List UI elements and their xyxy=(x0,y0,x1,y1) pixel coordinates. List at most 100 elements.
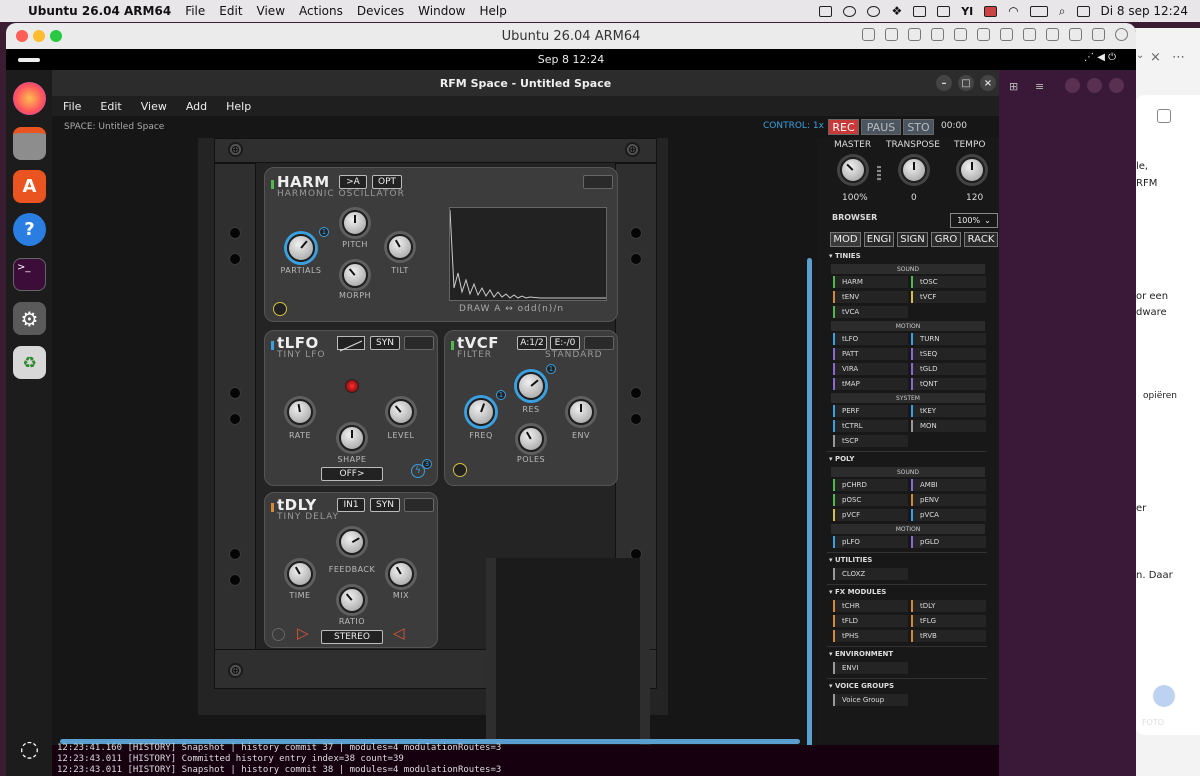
show-apps-icon[interactable]: ◌ xyxy=(13,733,46,766)
browser-item[interactable]: ENVI xyxy=(833,662,908,674)
browser-item[interactable]: tFLD xyxy=(833,615,908,627)
tab-rack[interactable]: RACK xyxy=(964,232,998,247)
browser-item[interactable]: tENV xyxy=(833,291,908,303)
mic-icon[interactable] xyxy=(1000,28,1013,41)
browser-item[interactable]: tGLD xyxy=(911,363,986,375)
tray-screen-icon[interactable] xyxy=(819,5,833,17)
browser-item[interactable]: PATT xyxy=(833,348,908,360)
browser-item[interactable]: pVCF xyxy=(833,509,908,521)
terminal-icon[interactable]: >_ xyxy=(13,258,46,291)
tdly-mode-button[interactable]: STEREO xyxy=(321,630,383,644)
control-label[interactable]: CONTROL: 1x xyxy=(763,121,824,131)
freq-mod-badge[interactable]: 1 xyxy=(496,390,506,400)
wifi-icon[interactable]: ◠ xyxy=(1008,4,1018,18)
browser-item[interactable]: TURN xyxy=(911,333,986,345)
browser-item[interactable]: pCHRD xyxy=(833,479,908,491)
search-icon[interactable]: ⌕ xyxy=(1059,4,1066,19)
tlfo-wave-shape-icon[interactable] xyxy=(337,336,365,352)
res-mod-badge[interactable]: 1 xyxy=(546,364,556,374)
browser-item[interactable]: tMAP xyxy=(833,378,908,390)
tdly-slot-button[interactable] xyxy=(404,498,434,512)
pause-button[interactable]: PAUS xyxy=(861,119,901,135)
browser-item[interactable]: tSEQ xyxy=(911,348,986,360)
minimize-window-button[interactable] xyxy=(33,30,45,42)
time-knob[interactable] xyxy=(287,561,313,587)
browser-item[interactable]: tDLY xyxy=(911,600,986,612)
rfm-menu-view[interactable]: View xyxy=(141,100,167,113)
tab-engi[interactable]: ENGI xyxy=(864,232,894,247)
tlfo-slot-button[interactable] xyxy=(404,336,434,350)
app-center-icon[interactable]: A xyxy=(13,170,46,203)
usb-icon[interactable] xyxy=(908,28,921,41)
screen-icon[interactable] xyxy=(1069,28,1082,41)
tray-app-icon[interactable] xyxy=(984,5,998,17)
tlfo-sync-button[interactable]: SYN xyxy=(370,336,400,350)
settings-icon[interactable] xyxy=(1115,28,1128,41)
master-knob[interactable] xyxy=(840,157,866,183)
tdly-prev-arrow-icon[interactable]: ▷ xyxy=(297,624,309,642)
browser-item[interactable]: VIRA xyxy=(833,363,908,375)
browser-item[interactable]: tCTRL xyxy=(833,420,908,432)
tdly-mod-icon[interactable] xyxy=(272,628,285,641)
list-icon[interactable]: ≡ xyxy=(1035,80,1044,93)
rec-button[interactable]: REC xyxy=(828,119,859,135)
terminal-output[interactable]: 12:23:41.160 [HISTORY] Snapshot | histor… xyxy=(52,743,999,776)
harm-yellow-mod-badge[interactable] xyxy=(273,302,287,316)
tilt-knob[interactable] xyxy=(387,234,413,260)
tdly-next-arrow-icon[interactable]: ◁ xyxy=(393,624,405,642)
ubuntu-clock[interactable]: Sep 8 12:24 xyxy=(538,53,604,66)
browser-section-header[interactable]: ▾ POLY xyxy=(829,455,854,463)
disk-icon[interactable] xyxy=(885,28,898,41)
zoom-select[interactable]: 100% ⌄ xyxy=(950,213,998,228)
grid-icon[interactable]: ⊞ xyxy=(1009,80,1018,93)
zoom-window-button[interactable] xyxy=(50,30,62,42)
tdly-input-button[interactable]: IN1 xyxy=(337,498,365,512)
browser-item[interactable]: tLFO xyxy=(833,333,908,345)
network-icon[interactable] xyxy=(931,28,944,41)
rfm-maximize-button[interactable]: □ xyxy=(958,75,974,91)
tdly-sync-button[interactable]: SYN xyxy=(370,498,400,512)
tab-mod[interactable]: MOD xyxy=(830,232,861,247)
browser-item[interactable]: tCHR xyxy=(833,600,908,612)
rfm-close-button[interactable]: × xyxy=(980,75,996,91)
help-icon[interactable]: ? xyxy=(13,213,46,246)
bg-more-icon[interactable]: ⋯ xyxy=(1172,50,1185,65)
send-button[interactable] xyxy=(1153,685,1175,707)
tvcf-module[interactable]: tVCF FILTER STANDARD A:1/2 E:-/0 1 FREQ … xyxy=(444,330,618,486)
menu-devices[interactable]: Devices xyxy=(357,4,404,18)
env-knob[interactable] xyxy=(568,399,594,425)
menu-window[interactable]: Window xyxy=(418,4,465,18)
browser-item[interactable]: pGLD xyxy=(911,536,986,548)
harm-slot-button[interactable] xyxy=(583,175,613,189)
browser-item[interactable]: pVCA xyxy=(911,509,986,521)
transpose-knob[interactable] xyxy=(901,157,927,183)
browser-item[interactable]: PERF xyxy=(833,405,908,417)
browser-section-header[interactable]: ▾ TINIES xyxy=(829,252,861,260)
tray-grammar-icon[interactable] xyxy=(867,5,881,17)
harm-target-button[interactable]: >A xyxy=(339,175,367,189)
bg-close-icon[interactable]: × xyxy=(1150,50,1161,65)
files-icon[interactable] xyxy=(13,127,46,160)
keyboard-icon[interactable] xyxy=(862,28,875,41)
browser-item[interactable]: pOSC xyxy=(833,494,908,506)
side-close-button[interactable] xyxy=(1109,78,1124,93)
activities-indicator[interactable] xyxy=(18,58,40,62)
settings-icon[interactable]: ⚙ xyxy=(13,302,46,335)
browser-item[interactable]: tRVB xyxy=(911,630,986,642)
tvcf-e-button[interactable]: E:-/0 xyxy=(550,336,580,350)
menu-app-name[interactable]: Ubuntu 26.04 ARM64 xyxy=(28,4,171,18)
browser-item[interactable]: tQNT xyxy=(911,378,986,390)
browser-item[interactable]: MON xyxy=(911,420,986,432)
browser-item[interactable]: AMBI xyxy=(911,479,986,491)
camera-icon[interactable] xyxy=(1046,28,1059,41)
browser-item[interactable]: tVCA xyxy=(833,306,908,318)
browser-section-header[interactable]: ▾ FX MODULES xyxy=(829,588,886,596)
tab-sign[interactable]: SIGN xyxy=(897,232,928,247)
tlfo-module[interactable]: tLFO TINY LFO SYN RATE SHAPE LEVEL OFF> … xyxy=(264,330,438,486)
browser-item[interactable]: tFLG xyxy=(911,615,986,627)
mix-knob[interactable] xyxy=(388,561,414,587)
bg-dropdown-icon[interactable]: ⌄ xyxy=(1136,50,1144,61)
rfm-minimize-button[interactable]: – xyxy=(936,75,952,91)
tray-display-icon[interactable] xyxy=(937,5,951,17)
tray-yi-icon[interactable]: YI xyxy=(961,5,973,18)
